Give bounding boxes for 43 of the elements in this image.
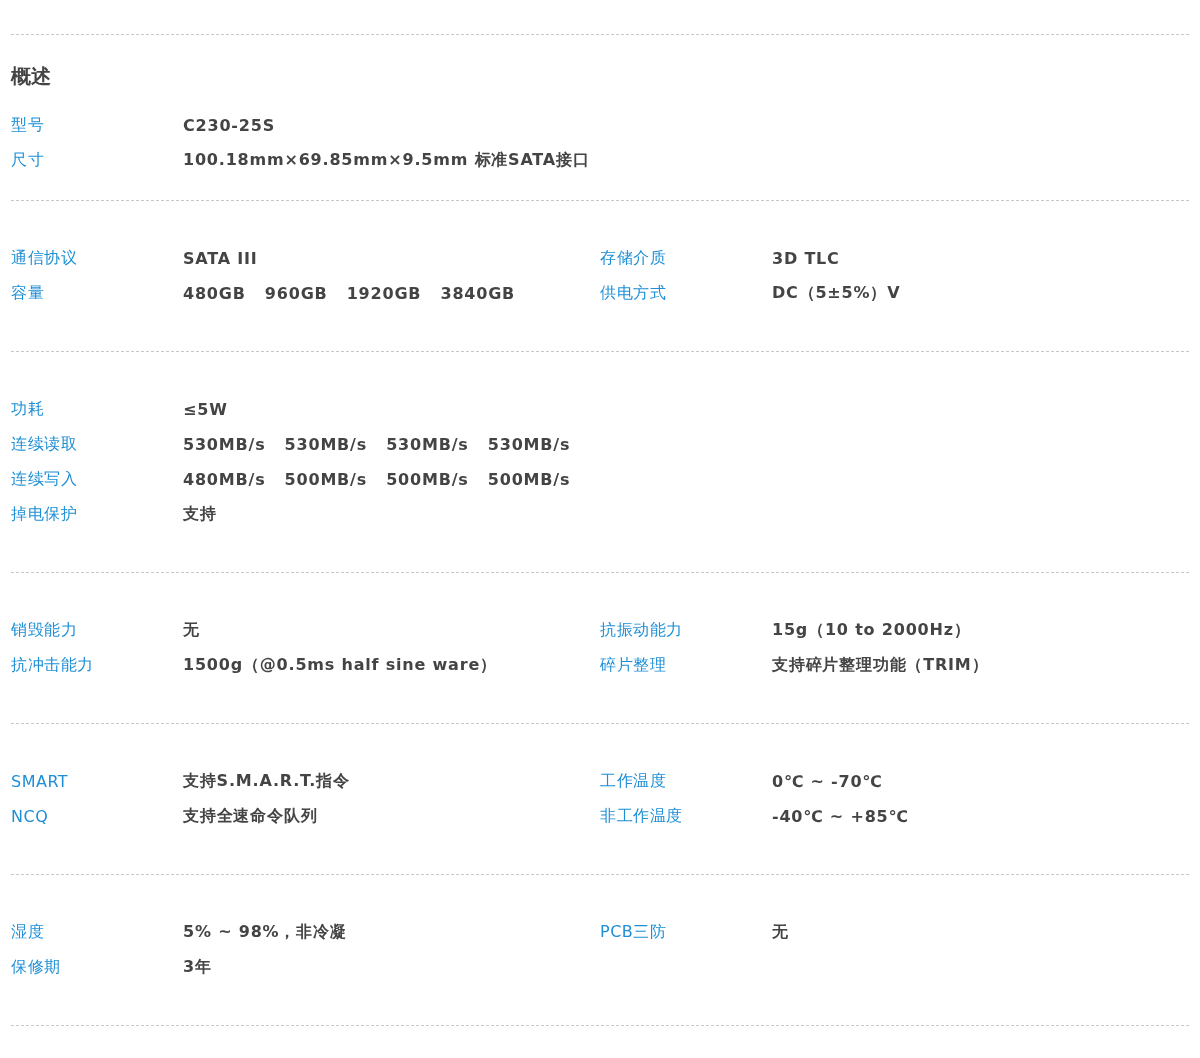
spec-label: SMART xyxy=(11,772,70,791)
spec-value: SATA III xyxy=(183,249,259,268)
spec-value: DC（5±5%）V xyxy=(772,283,902,304)
spec-label: 连续读取 xyxy=(11,434,78,455)
spec-value: 1500g（@0.5ms half sine ware） xyxy=(183,655,498,676)
spec-label: NCQ xyxy=(11,807,50,826)
spec-label: 存储介质 xyxy=(600,248,667,269)
spec-label: 连续写入 xyxy=(11,469,78,490)
spec-value: -40℃ ~ +85℃ xyxy=(772,807,910,826)
spec-label: 非工作温度 xyxy=(600,806,684,827)
spec-value: ≤5W xyxy=(183,400,229,419)
spec-value: C230-25S xyxy=(183,116,276,135)
spec-value: 无 xyxy=(183,620,201,641)
spec-label: 湿度 xyxy=(11,922,45,943)
spec-value: 3年 xyxy=(183,957,213,978)
spec-label: 抗振动能力 xyxy=(600,620,684,641)
spec-value: 15g（10 to 2000Hz） xyxy=(772,620,972,641)
spec-value: 100.18mm×69.85mm×9.5mm 标准SATA接口 xyxy=(183,150,591,171)
spec-value: 480GB 960GB 1920GB 3840GB xyxy=(183,284,517,303)
spec-value: 530MB/s 530MB/s 530MB/s 530MB/s xyxy=(183,435,572,454)
spec-value: 5% ~ 98%，非冷凝 xyxy=(183,922,348,943)
spec-label: 工作温度 xyxy=(600,771,667,792)
spec-label: 供电方式 xyxy=(600,283,667,304)
spec-label: 抗冲击能力 xyxy=(11,655,95,676)
spec-value: 无 xyxy=(772,922,790,943)
spec-label: 尺寸 xyxy=(11,150,45,171)
spec-value: 支持S.M.A.R.T.指令 xyxy=(183,771,351,792)
spec-value: 3D TLC xyxy=(772,249,841,268)
spec-value: 480MB/s 500MB/s 500MB/s 500MB/s xyxy=(183,470,572,489)
spec-label: 容量 xyxy=(11,283,45,304)
spec-value: 支持 xyxy=(183,504,218,525)
spec-label: 功耗 xyxy=(11,399,45,420)
spec-label: 通信协议 xyxy=(11,248,78,269)
spec-value: 支持碎片整理功能（TRIM） xyxy=(772,655,990,676)
spec-label: 掉电保护 xyxy=(11,504,78,525)
section-heading: 概述 xyxy=(11,63,52,89)
spec-label: 销毁能力 xyxy=(11,620,78,641)
spec-label: 碎片整理 xyxy=(600,655,667,676)
spec-value: 支持全速命令队列 xyxy=(183,806,319,827)
spec-label: 保修期 xyxy=(11,957,62,978)
spec-value: 0℃ ~ -70℃ xyxy=(772,772,884,791)
spec-label: 型号 xyxy=(11,115,45,136)
spec-label: PCB三防 xyxy=(600,922,668,943)
